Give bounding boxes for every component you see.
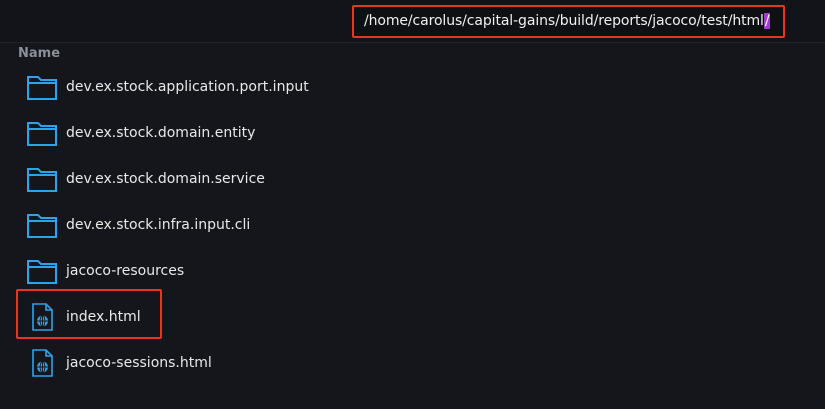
list-item-folder[interactable]: dev.ex.stock.domain.service [0,156,825,202]
list-item-folder[interactable]: jacoco-resources [0,248,825,294]
location-path: /home/carolus/capital-gains/build/report… [364,13,764,29]
column-header-name[interactable]: Name [18,46,60,61]
item-label: jacoco-resources [66,263,185,279]
location-bar[interactable]: /home/carolus/capital-gains/build/report… [352,5,785,38]
item-label: dev.ex.stock.application.port.input [66,79,309,95]
list-item-folder[interactable]: dev.ex.stock.infra.input.cli [0,202,825,248]
folder-icon [26,73,58,101]
top-bar: /home/carolus/capital-gains/build/report… [0,0,825,43]
item-label: dev.ex.stock.domain.service [66,171,265,187]
html-file-icon [26,349,58,377]
list-item-file[interactable]: jacoco-sessions.html [0,340,825,386]
folder-icon [26,257,58,285]
folder-icon [26,211,58,239]
item-label: dev.ex.stock.infra.input.cli [66,217,251,233]
folder-icon [26,165,58,193]
text-cursor: / [763,13,771,29]
item-label: dev.ex.stock.domain.entity [66,125,256,141]
folder-icon [26,119,58,147]
list-item-folder[interactable]: dev.ex.stock.domain.entity [0,110,825,156]
selection-highlight [16,289,162,339]
location-input[interactable]: /home/carolus/capital-gains/build/report… [364,13,771,29]
item-label: jacoco-sessions.html [66,355,212,371]
list-item-folder[interactable]: dev.ex.stock.application.port.input [0,64,825,110]
